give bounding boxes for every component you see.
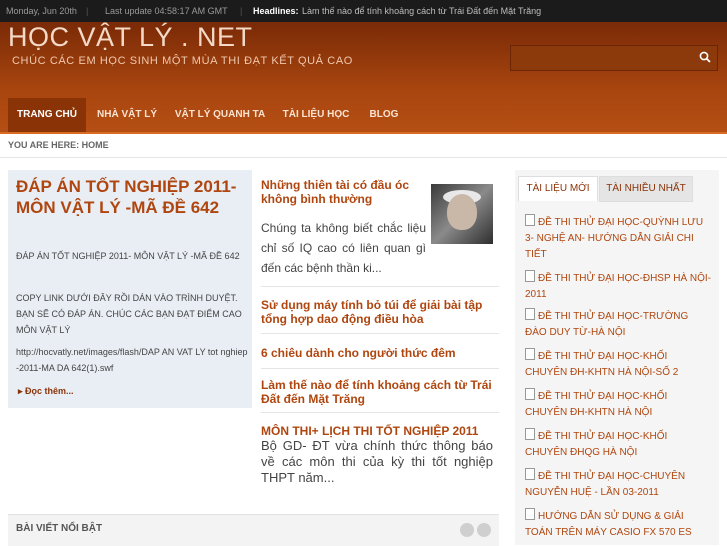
document-icon [525,308,535,320]
search-box [510,45,718,71]
article-title[interactable]: MÔN THI+ LỊCH THI TỐT NGHIỆP 2011 [261,424,499,438]
document-link[interactable]: HƯỚNG DẪN SỬ DỤNG & GIẢI TOÁN TRÊN MÁY C… [525,511,692,538]
site-tagline: CHÚC CÁC EM HỌC SINH MỘT MÙA THI ĐẠT KẾT… [12,55,353,67]
list-item[interactable]: ĐỀ THI THỬ ĐẠI HỌC-CHUYÊN NGUYỄN HUỆ - L… [525,468,711,501]
featured-article-text: ĐÁP ÁN TỐT NGHIỆP 2011- MÔN VẬT LÝ -MÃ Đ… [16,251,240,261]
article-title[interactable]: Làm thế nào để tính khoảng cách từ Trái … [261,378,499,406]
list-item: Làm thế nào để tính khoảng cách từ Trái … [261,378,499,406]
document-icon [525,468,535,480]
document-link[interactable]: ĐỀ THI THỬ ĐẠI HỌC-QUỲNH LƯU 3- NGHỆ AN-… [525,217,703,260]
featured-article-title[interactable]: ĐÁP ÁN TỐT NGHIỆP 2011- MÔN VẬT LÝ -MÃ Đ… [16,176,248,218]
current-date: Monday, Jun 20th [6,6,77,16]
tab-tai-lieu-moi[interactable]: TÀI LIỆU MỚI [518,176,598,201]
site-header: HỌC VẬT LÝ . NET CHÚC CÁC EM HỌC SINH MỘ… [0,22,727,134]
list-item[interactable]: ĐỀ THI THỬ ĐẠI HỌC-KHỐI CHUYÊN ĐH-KHTN H… [525,388,711,421]
breadcrumb: YOU ARE HERE: HOME [8,140,109,150]
list-item[interactable]: ĐỀ THI THỬ ĐẠI HỌC-KHỐI CHUYÊN ĐH-KHTN H… [525,348,711,381]
document-icon [525,388,535,400]
list-item[interactable]: ĐỀ THI THỬ ĐẠI HỌC-KHỐI CHUYÊN ĐHQG HÀ N… [525,428,711,461]
featured-article-link-text: http://hocvatly.net/images/flash/DAP AN … [16,347,248,373]
list-item: 6 chiêu dành cho người thức đêm [261,346,499,360]
nav-item-trang-chu[interactable]: TRANG CHỦ [8,98,86,132]
document-icon [525,214,535,226]
tab-tai-nhieu-nhat[interactable]: TÀI NHIỀU NHẤT [599,176,693,202]
list-item: Những thiên tài có đầu óc không bình thư… [261,178,499,275]
chevron-left-icon[interactable] [460,523,474,537]
last-update: Last update 04:58:17 AM GMT [105,6,228,16]
search-icon[interactable] [699,51,711,63]
divider: | [240,6,243,16]
list-item[interactable]: ĐỀ THI THỬ ĐẠI HỌC-TRƯỜNG ĐÀO DUY TỪ-HÀ … [525,308,711,341]
article-excerpt: Bộ GD- ĐT vừa chính thức thông báo về cá… [261,438,493,485]
document-icon [525,348,535,360]
list-item[interactable]: ĐỀ THI THỬ ĐẠI HỌC-ĐHSP HÀ NỘI-2011 [525,270,711,303]
article-title[interactable]: Sử dụng máy tính bỏ túi để giải bài tập … [261,298,499,326]
featured-article-text: COPY LINK DƯỚI ĐÂY RỒI DÁN VÀO TRÌNH DUY… [16,293,242,335]
document-link[interactable]: ĐỀ THI THỬ ĐẠI HỌC-KHỐI CHUYÊN ĐH-KHTN H… [525,391,667,418]
nav-underline [0,132,727,134]
featured-posts-box: BÀI VIẾT NỔI BẬT [8,514,499,546]
list-item[interactable]: HƯỚNG DẪN SỬ DỤNG & GIẢI TOÁN TRÊN MÁY C… [525,508,711,541]
list-item: MÔN THI+ LỊCH THI TỐT NGHIỆP 2011 Bộ GD-… [261,424,499,485]
divider [261,412,499,413]
divider [0,157,727,158]
nav-item-nha-vat-ly[interactable]: NHÀ VẬT LÝ [90,98,164,132]
search-input[interactable] [511,46,691,70]
document-icon [525,428,535,440]
chevron-right-icon[interactable] [477,523,491,537]
read-more-link[interactable]: ▸ Đọc thêm... [18,386,74,397]
read-more-label[interactable]: Đọc thêm... [25,386,74,396]
nav-item-tai-lieu-hoc[interactable]: TÀI LIỆU HỌC [277,98,355,132]
main-navigation: TRANG CHỦ NHÀ VẬT LÝ VẬT LÝ QUANH TA TÀI… [0,98,727,132]
top-bar: Monday, Jun 20th | Last update 04:58:17 … [0,0,727,22]
divider: | [86,6,89,16]
site-title[interactable]: HỌC VẬT LÝ . NET [8,22,253,53]
article-title[interactable]: Những thiên tài có đầu óc không bình thư… [261,178,426,206]
divider [261,333,499,334]
list-item[interactable]: ĐỀ THI THỬ ĐẠI HỌC-QUỲNH LƯU 3- NGHỆ AN-… [525,214,711,263]
divider [261,286,499,287]
document-link[interactable]: ĐỀ THI THỬ ĐẠI HỌC-TRƯỜNG ĐÀO DUY TỪ-HÀ … [525,311,688,338]
nav-item-vat-ly-quanh-ta[interactable]: VẬT LÝ QUANH TA [170,98,270,132]
sidebar: TÀI LIỆU MỚI TÀI NHIỀU NHẤT ĐỀ THI THỬ Đ… [515,170,719,545]
featured-posts-title: BÀI VIẾT NỔI BẬT [16,523,103,534]
nav-item-blog[interactable]: BLOG [362,98,406,132]
document-link[interactable]: ĐỀ THI THỬ ĐẠI HỌC-KHỐI CHUYÊN ĐHQG HÀ N… [525,431,667,458]
headline-ticker-link[interactable]: Làm thế nào để tính khoảng cách từ Trái … [302,0,541,22]
document-link[interactable]: ĐỀ THI THỬ ĐẠI HỌC-ĐHSP HÀ NỘI-2011 [525,273,711,300]
list-item: Sử dụng máy tính bỏ túi để giải bài tập … [261,298,499,326]
document-icon [525,508,535,520]
headlines-label: Headlines: [253,6,299,16]
document-link[interactable]: ĐỀ THI THỬ ĐẠI HỌC-KHỐI CHUYÊN ĐH-KHTN H… [525,351,678,378]
document-icon [525,270,535,282]
article-title[interactable]: 6 chiêu dành cho người thức đêm [261,346,499,360]
featured-article: ĐÁP ÁN TỐT NGHIỆP 2011- MÔN VẬT LÝ -MÃ Đ… [8,170,252,408]
article-thumbnail[interactable] [431,184,493,244]
document-link[interactable]: ĐỀ THI THỬ ĐẠI HỌC-CHUYÊN NGUYỄN HUỆ - L… [525,471,685,498]
article-excerpt: Chúng ta không biết chắc liệu chỉ số IQ … [261,221,426,275]
divider [261,368,499,369]
